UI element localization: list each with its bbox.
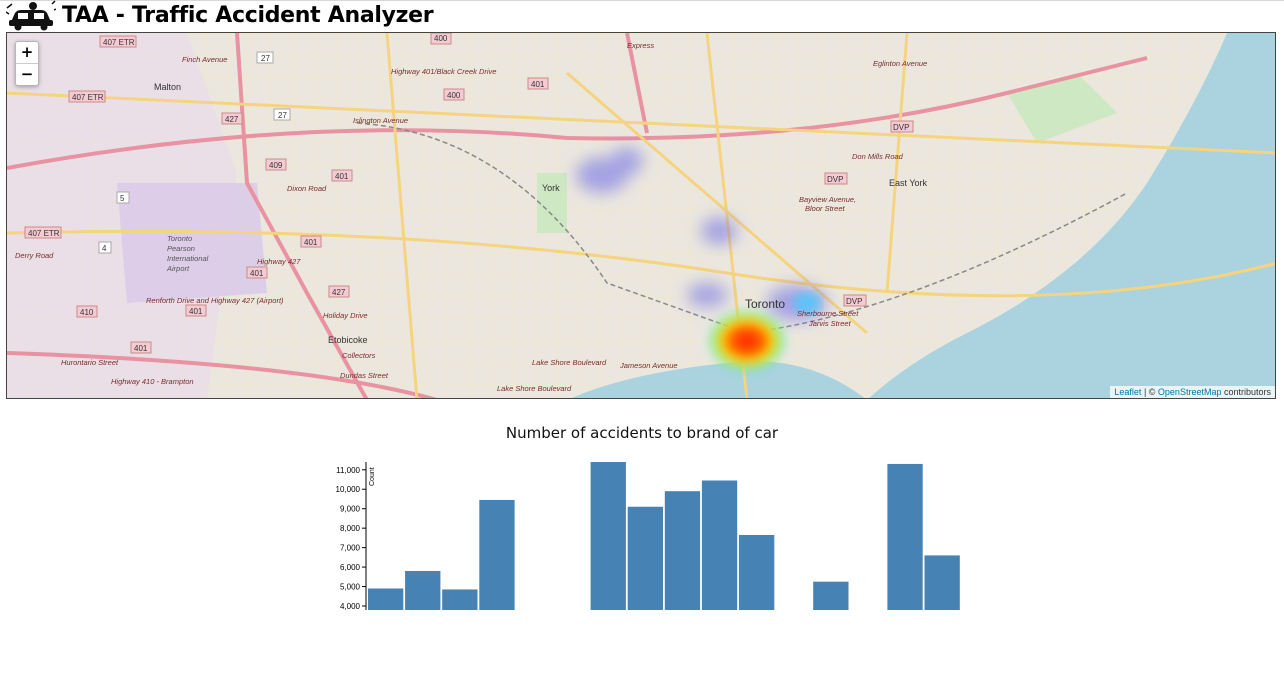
svg-text:Highway 410 - Brampton: Highway 410 - Brampton [111, 377, 194, 386]
y-tick-label: 11,000 [336, 466, 360, 475]
zoom-control: + − [15, 41, 39, 86]
svg-text:Toronto: Toronto [745, 297, 785, 311]
svg-text:Derry Road: Derry Road [15, 251, 54, 260]
attribution-separator: | © [1141, 387, 1158, 397]
svg-text:401: 401 [335, 172, 349, 181]
svg-text:401: 401 [134, 344, 148, 353]
svg-text:Lake Shore Boulevard: Lake Shore Boulevard [497, 384, 572, 393]
svg-text:Bayview Avenue,: Bayview Avenue, [799, 195, 856, 204]
svg-text:East York: East York [889, 178, 928, 188]
zoom-in-button[interactable]: + [16, 42, 38, 63]
y-axis-label: Count [369, 467, 376, 486]
svg-text:401: 401 [250, 269, 264, 278]
bar [924, 555, 960, 610]
bar [739, 534, 775, 610]
svg-text:401: 401 [531, 80, 545, 89]
bar [887, 463, 923, 610]
svg-text:Pearson: Pearson [167, 244, 195, 253]
svg-text:427: 427 [332, 288, 346, 297]
svg-text:Bloor Street: Bloor Street [805, 204, 846, 213]
bar [590, 462, 626, 610]
svg-text:Airport: Airport [166, 264, 190, 273]
svg-text:Toronto: Toronto [167, 234, 192, 243]
attribution-suffix: contributors [1221, 387, 1271, 397]
svg-text:27: 27 [261, 54, 270, 63]
openstreetmap-link[interactable]: OpenStreetMap [1158, 387, 1222, 397]
bar [701, 480, 738, 610]
svg-text:Dundas Street: Dundas Street [340, 371, 389, 380]
bar-chart: 4,000 5,000 6,000 7,000 8,000 9,000 10,000 11,0… [330, 458, 970, 616]
app-title: TAA - Traffic Accident Analyzer [62, 3, 434, 28]
y-tick-label: 5,000 [340, 583, 361, 592]
y-tick-label: 9,000 [340, 505, 361, 514]
svg-text:Renforth Drive and Highway 427: Renforth Drive and Highway 427 (Airport) [146, 296, 284, 305]
svg-text:Finch Avenue: Finch Avenue [182, 55, 227, 64]
svg-text:DVP: DVP [893, 123, 909, 132]
map-tiles: Malton York East York Toronto Etobicoke … [7, 33, 1275, 398]
leaflet-link[interactable]: Leaflet [1114, 387, 1141, 397]
svg-text:400: 400 [434, 34, 448, 43]
svg-text:Dixon Road: Dixon Road [287, 184, 327, 193]
bar-chart-svg: 4,0005,0006,0007,0008,0009,00010,00011,0… [336, 462, 960, 611]
y-tick-label: 6,000 [340, 563, 361, 572]
svg-text:Highway 401/Black Creek Drive: Highway 401/Black Creek Drive [391, 67, 496, 76]
svg-text:5: 5 [120, 194, 125, 203]
svg-text:Highway 427: Highway 427 [257, 257, 301, 266]
svg-text:410: 410 [80, 308, 94, 317]
svg-text:401: 401 [189, 307, 203, 316]
bar [813, 581, 849, 610]
svg-text:Islington Avenue: Islington Avenue [353, 116, 408, 125]
svg-text:401: 401 [304, 238, 318, 247]
svg-text:Malton: Malton [154, 82, 181, 92]
svg-text:Etobicoke: Etobicoke [328, 335, 368, 345]
svg-text:407 ETR: 407 ETR [72, 93, 104, 102]
y-tick-label: 8,000 [340, 524, 361, 533]
svg-text:Collectors: Collectors [342, 351, 376, 360]
svg-text:DVP: DVP [846, 297, 862, 306]
svg-text:Express: Express [627, 41, 654, 50]
svg-text:Hurontario Street: Hurontario Street [61, 358, 119, 367]
car-crash-logo-icon [6, 0, 56, 31]
bottom-panel [0, 610, 1284, 682]
svg-text:Sherbourne Street: Sherbourne Street [797, 309, 859, 318]
y-tick-label: 7,000 [340, 544, 361, 553]
accident-heatmap-map[interactable]: Malton York East York Toronto Etobicoke … [6, 32, 1276, 399]
app-header: TAA - Traffic Accident Analyzer [6, 0, 434, 31]
y-tick-label: 10,000 [336, 485, 361, 494]
svg-text:Lake Shore Boulevard: Lake Shore Boulevard [532, 358, 607, 367]
bar [664, 491, 701, 610]
svg-text:Jarvis Street: Jarvis Street [808, 319, 852, 328]
bar [368, 588, 404, 610]
svg-text:400: 400 [447, 91, 461, 100]
bar [479, 499, 515, 610]
chart-title: Number of accidents to brand of car [505, 424, 779, 442]
svg-text:Eglinton Avenue: Eglinton Avenue [873, 59, 927, 68]
svg-text:Don Mills Road: Don Mills Road [852, 152, 904, 161]
map-attribution: Leaflet | © OpenStreetMap contributors [1110, 386, 1275, 398]
bar [442, 589, 478, 610]
svg-text:DVP: DVP [827, 175, 843, 184]
svg-text:4: 4 [102, 244, 107, 253]
svg-text:407 ETR: 407 ETR [103, 38, 135, 47]
svg-text:International: International [167, 254, 209, 263]
svg-text:Holiday Drive: Holiday Drive [323, 311, 368, 320]
bar [405, 570, 441, 610]
svg-text:York: York [542, 183, 560, 193]
svg-text:Jameson Avenue: Jameson Avenue [619, 361, 678, 370]
svg-text:427: 427 [225, 115, 239, 124]
svg-text:407 ETR: 407 ETR [28, 229, 60, 238]
svg-text:409: 409 [269, 161, 283, 170]
bar [627, 506, 663, 610]
svg-text:27: 27 [278, 111, 287, 120]
zoom-out-button[interactable]: − [16, 63, 38, 85]
